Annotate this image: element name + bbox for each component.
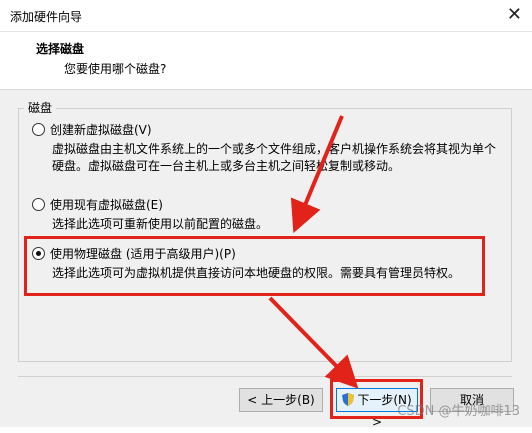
- divider: [18, 376, 512, 377]
- disk-group-label: 磁盘: [24, 99, 57, 116]
- option-description: 选择此选项可重新使用以前配置的磁盘。: [52, 217, 269, 231]
- radio-use-physical-disk[interactable]: [32, 247, 45, 260]
- option-description: 选择此选项可为虚拟机提供直接访问本地硬盘的权限。需要具有管理员特权。: [52, 266, 461, 280]
- wizard-header: 选择磁盘 您要使用哪个磁盘?: [0, 32, 532, 90]
- watermark: CSDN @牛奶咖啡13: [397, 404, 520, 419]
- title-bar: 添加硬件向导 ✕: [0, 0, 532, 32]
- window-title: 添加硬件向导: [10, 10, 83, 24]
- page-subtitle: 您要使用哪个磁盘?: [64, 62, 167, 76]
- close-icon[interactable]: ✕: [507, 4, 522, 25]
- radio-use-existing-disk[interactable]: [32, 198, 45, 211]
- back-button[interactable]: < 上一步(B): [239, 388, 323, 412]
- option-label[interactable]: 使用物理磁盘 (适用于高级用户)(P): [50, 245, 236, 262]
- option-label[interactable]: 使用现有虚拟磁盘(E): [50, 196, 163, 213]
- option-description: 虚拟磁盘由主机文件系统上的一个或多个文件组成，客户机操作系统会将其视为单个: [52, 142, 497, 156]
- wizard-body: 磁盘 创建新虚拟磁盘(V) 虚拟磁盘由主机文件系统上的一个或多个文件组成，客户机…: [0, 90, 532, 429]
- page-title: 选择磁盘: [36, 42, 85, 56]
- shield-icon: [342, 393, 355, 406]
- option-label[interactable]: 创建新虚拟磁盘(V): [50, 121, 152, 138]
- option-description: 硬盘。虚拟磁盘可在一台主机上或多台主机之间轻松复制或移动。: [52, 159, 401, 173]
- radio-create-new-disk[interactable]: [32, 123, 45, 136]
